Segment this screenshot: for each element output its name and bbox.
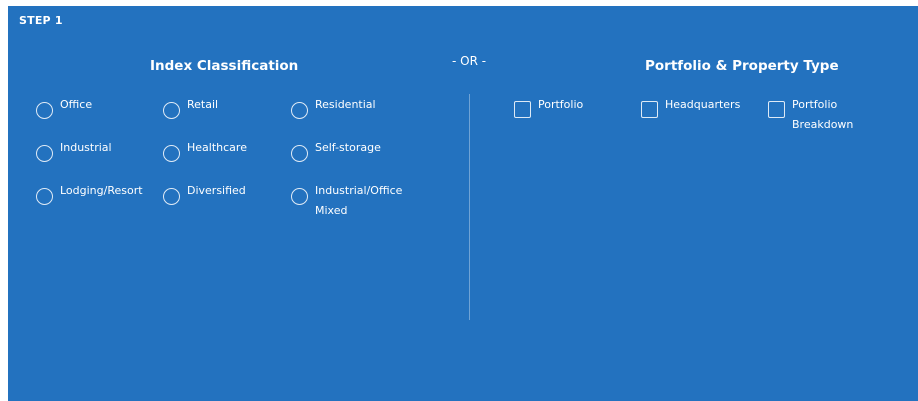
or-separator: - OR -: [452, 54, 487, 68]
checkbox-box[interactable]: [768, 101, 785, 118]
radio-circle[interactable]: [291, 102, 308, 119]
radio-circle[interactable]: [36, 188, 53, 205]
radio-label: Self-storage: [315, 141, 381, 154]
checkbox-box[interactable]: [641, 101, 658, 118]
checkbox-box[interactable]: [514, 101, 531, 118]
portfolio-property-type-title: Portfolio & Property Type: [645, 58, 839, 74]
step-panel: STEP 1 Index Classification - OR - Portf…: [8, 6, 918, 401]
radio-label: Retail: [187, 98, 219, 111]
radio-circle[interactable]: [291, 188, 308, 205]
radio-label: Industrial/Office Mixed: [315, 181, 402, 221]
radio-label: Healthcare: [187, 141, 247, 154]
radio-label: Industrial: [60, 141, 112, 154]
vertical-divider: [469, 94, 470, 320]
radio-circle[interactable]: [36, 102, 53, 119]
radio-label: Office: [60, 98, 93, 111]
index-classification-title: Index Classification: [150, 58, 299, 74]
radio-circle[interactable]: [36, 145, 53, 162]
radio-circle[interactable]: [291, 145, 308, 162]
radio-label: Diversified: [187, 184, 246, 197]
step-label: STEP 1: [19, 14, 63, 27]
radio-circle[interactable]: [163, 102, 180, 119]
checkbox-label-line-1: Portfolio: [792, 98, 838, 111]
checkbox-label: Headquarters: [665, 98, 741, 111]
checkbox-label-line-2: Breakdown: [792, 118, 854, 131]
checkbox-label: Portfolio Breakdown: [792, 95, 853, 135]
radio-label: Residential: [315, 98, 376, 111]
checkbox-label: Portfolio: [538, 98, 584, 111]
radio-label-line-1: Industrial/Office: [315, 184, 403, 197]
radio-circle[interactable]: [163, 145, 180, 162]
radio-label: Lodging/Resort: [60, 184, 143, 197]
radio-label-line-2: Mixed: [315, 204, 348, 217]
radio-circle[interactable]: [163, 188, 180, 205]
